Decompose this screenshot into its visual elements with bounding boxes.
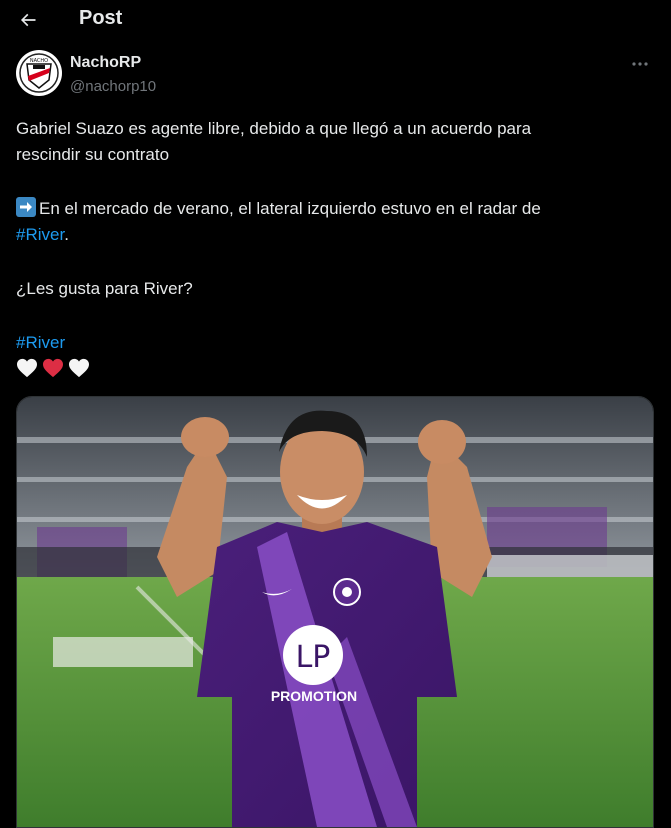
svg-text:NACHO: NACHO <box>30 58 48 64</box>
author-row: NACHO NachoRP @nachorp10 <box>16 50 656 100</box>
football-player-photo: LP PROMOTION <box>17 397 653 827</box>
page-title: Post <box>79 7 123 29</box>
post-header: Post <box>0 0 671 40</box>
hearts-emoji <box>16 358 646 378</box>
shirt-sponsor-text: PROMOTION <box>271 688 357 704</box>
white-heart-icon <box>69 358 89 378</box>
club-crest-icon: NACHO <box>19 53 59 93</box>
avatar[interactable]: NACHO <box>16 50 62 96</box>
hashtag-link[interactable]: #River <box>16 225 64 244</box>
tweet-photo[interactable]: LP PROMOTION <box>16 396 654 828</box>
tweet-text: Gabriel Suazo es agente libre, debido a … <box>16 116 646 378</box>
tweet-line: En el mercado de verano, el lateral izqu… <box>16 196 646 222</box>
tweet-line: #River. <box>16 222 646 248</box>
tweet-line: ¿Les gusta para River? <box>16 279 193 298</box>
shirt-sponsor-logo: LP <box>296 640 331 675</box>
tweet-line-text: En el mercado de verano, el lateral izqu… <box>39 199 541 218</box>
tweet-line: Gabriel Suazo es agente libre, debido a … <box>16 119 532 138</box>
tweet-line: #River <box>16 330 646 356</box>
tweet-line: rescindir su contrato <box>16 145 170 164</box>
more-horizontal-icon <box>632 62 648 66</box>
punctuation: . <box>64 225 69 244</box>
red-heart-icon <box>43 358 63 378</box>
white-heart-icon <box>17 358 37 378</box>
hashtag-link[interactable]: #River <box>16 333 65 352</box>
arrow-left-icon <box>20 13 36 27</box>
right-arrow-emoji-icon <box>16 197 36 217</box>
back-button[interactable] <box>12 4 44 36</box>
author-name[interactable]: NachoRP <box>70 54 141 72</box>
author-handle[interactable]: @nachorp10 <box>70 78 156 95</box>
more-options-button[interactable] <box>628 54 652 74</box>
